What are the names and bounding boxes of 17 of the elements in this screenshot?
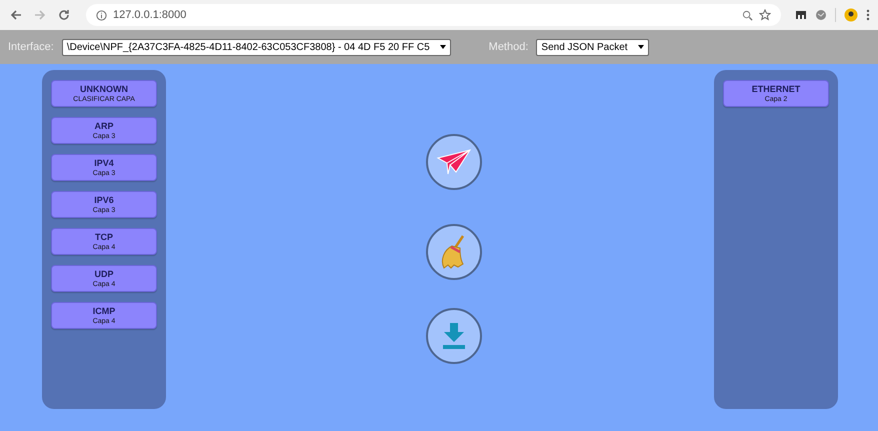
avatar-icon[interactable] [844, 8, 858, 22]
reload-icon[interactable] [56, 9, 72, 21]
star-icon[interactable] [759, 9, 771, 21]
paper-plane-icon [436, 148, 472, 176]
info-icon [96, 10, 107, 20]
extension-icon[interactable] [795, 9, 807, 21]
interface-label: Interface: [8, 41, 54, 53]
menu-icon[interactable] [866, 9, 870, 21]
back-icon[interactable] [8, 9, 24, 21]
download-icon [441, 322, 467, 350]
method-label: Method: [488, 41, 528, 53]
caret-icon [638, 45, 644, 49]
address-bar[interactable]: 127.0.0.1:8000 [86, 4, 781, 26]
interface-select[interactable]: \Device\NPF_{2A37C3FA-4825-4D11-8402-63C053CF3808} - 04 4D F5 20 FF C5 [62, 38, 451, 56]
zoom-icon[interactable] [742, 10, 753, 20]
method-select[interactable]: Send JSON Packet [536, 38, 649, 56]
caret-icon [440, 45, 446, 49]
